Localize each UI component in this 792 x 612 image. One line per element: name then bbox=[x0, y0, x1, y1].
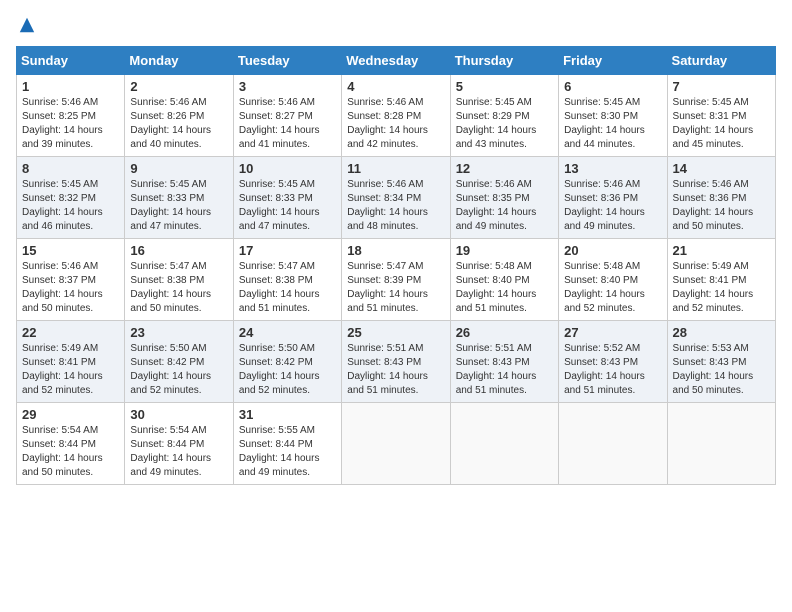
calendar-cell: 22Sunrise: 5:49 AMSunset: 8:41 PMDayligh… bbox=[17, 321, 125, 403]
calendar-week-4: 22Sunrise: 5:49 AMSunset: 8:41 PMDayligh… bbox=[17, 321, 776, 403]
calendar-cell: 4Sunrise: 5:46 AMSunset: 8:28 PMDaylight… bbox=[342, 75, 450, 157]
calendar-cell: 20Sunrise: 5:48 AMSunset: 8:40 PMDayligh… bbox=[559, 239, 667, 321]
calendar-cell: 15Sunrise: 5:46 AMSunset: 8:37 PMDayligh… bbox=[17, 239, 125, 321]
calendar-cell: 23Sunrise: 5:50 AMSunset: 8:42 PMDayligh… bbox=[125, 321, 233, 403]
weekday-header-tuesday: Tuesday bbox=[233, 47, 341, 75]
weekday-header-wednesday: Wednesday bbox=[342, 47, 450, 75]
calendar-cell: 5Sunrise: 5:45 AMSunset: 8:29 PMDaylight… bbox=[450, 75, 558, 157]
calendar-cell: 16Sunrise: 5:47 AMSunset: 8:38 PMDayligh… bbox=[125, 239, 233, 321]
calendar-cell: 13Sunrise: 5:46 AMSunset: 8:36 PMDayligh… bbox=[559, 157, 667, 239]
calendar-cell: 11Sunrise: 5:46 AMSunset: 8:34 PMDayligh… bbox=[342, 157, 450, 239]
calendar-cell: 1Sunrise: 5:46 AMSunset: 8:25 PMDaylight… bbox=[17, 75, 125, 157]
calendar-cell: 10Sunrise: 5:45 AMSunset: 8:33 PMDayligh… bbox=[233, 157, 341, 239]
calendar-cell: 30Sunrise: 5:54 AMSunset: 8:44 PMDayligh… bbox=[125, 403, 233, 485]
calendar-cell: 29Sunrise: 5:54 AMSunset: 8:44 PMDayligh… bbox=[17, 403, 125, 485]
calendar-week-1: 1Sunrise: 5:46 AMSunset: 8:25 PMDaylight… bbox=[17, 75, 776, 157]
calendar-cell: 26Sunrise: 5:51 AMSunset: 8:43 PMDayligh… bbox=[450, 321, 558, 403]
calendar-cell: 8Sunrise: 5:45 AMSunset: 8:32 PMDaylight… bbox=[17, 157, 125, 239]
calendar-cell: 25Sunrise: 5:51 AMSunset: 8:43 PMDayligh… bbox=[342, 321, 450, 403]
calendar-cell: 3Sunrise: 5:46 AMSunset: 8:27 PMDaylight… bbox=[233, 75, 341, 157]
calendar-cell: 9Sunrise: 5:45 AMSunset: 8:33 PMDaylight… bbox=[125, 157, 233, 239]
calendar-cell: 2Sunrise: 5:46 AMSunset: 8:26 PMDaylight… bbox=[125, 75, 233, 157]
weekday-header-sunday: Sunday bbox=[17, 47, 125, 75]
calendar-cell bbox=[450, 403, 558, 485]
calendar-cell: 14Sunrise: 5:46 AMSunset: 8:36 PMDayligh… bbox=[667, 157, 775, 239]
calendar-table: SundayMondayTuesdayWednesdayThursdayFrid… bbox=[16, 46, 776, 485]
calendar-cell: 12Sunrise: 5:46 AMSunset: 8:35 PMDayligh… bbox=[450, 157, 558, 239]
calendar-cell: 19Sunrise: 5:48 AMSunset: 8:40 PMDayligh… bbox=[450, 239, 558, 321]
calendar-cell: 31Sunrise: 5:55 AMSunset: 8:44 PMDayligh… bbox=[233, 403, 341, 485]
calendar-cell bbox=[559, 403, 667, 485]
weekday-header-monday: Monday bbox=[125, 47, 233, 75]
weekday-header-thursday: Thursday bbox=[450, 47, 558, 75]
logo-icon bbox=[18, 16, 36, 34]
weekday-header-saturday: Saturday bbox=[667, 47, 775, 75]
calendar-cell: 27Sunrise: 5:52 AMSunset: 8:43 PMDayligh… bbox=[559, 321, 667, 403]
calendar-cell bbox=[667, 403, 775, 485]
calendar-cell: 7Sunrise: 5:45 AMSunset: 8:31 PMDaylight… bbox=[667, 75, 775, 157]
calendar-cell bbox=[342, 403, 450, 485]
weekday-header-row: SundayMondayTuesdayWednesdayThursdayFrid… bbox=[17, 47, 776, 75]
calendar-week-5: 29Sunrise: 5:54 AMSunset: 8:44 PMDayligh… bbox=[17, 403, 776, 485]
page-header bbox=[16, 16, 776, 34]
calendar-week-3: 15Sunrise: 5:46 AMSunset: 8:37 PMDayligh… bbox=[17, 239, 776, 321]
calendar-cell: 28Sunrise: 5:53 AMSunset: 8:43 PMDayligh… bbox=[667, 321, 775, 403]
calendar-cell: 24Sunrise: 5:50 AMSunset: 8:42 PMDayligh… bbox=[233, 321, 341, 403]
weekday-header-friday: Friday bbox=[559, 47, 667, 75]
calendar-cell: 17Sunrise: 5:47 AMSunset: 8:38 PMDayligh… bbox=[233, 239, 341, 321]
calendar-week-2: 8Sunrise: 5:45 AMSunset: 8:32 PMDaylight… bbox=[17, 157, 776, 239]
logo bbox=[16, 16, 36, 34]
calendar-cell: 21Sunrise: 5:49 AMSunset: 8:41 PMDayligh… bbox=[667, 239, 775, 321]
calendar-cell: 18Sunrise: 5:47 AMSunset: 8:39 PMDayligh… bbox=[342, 239, 450, 321]
calendar-cell: 6Sunrise: 5:45 AMSunset: 8:30 PMDaylight… bbox=[559, 75, 667, 157]
